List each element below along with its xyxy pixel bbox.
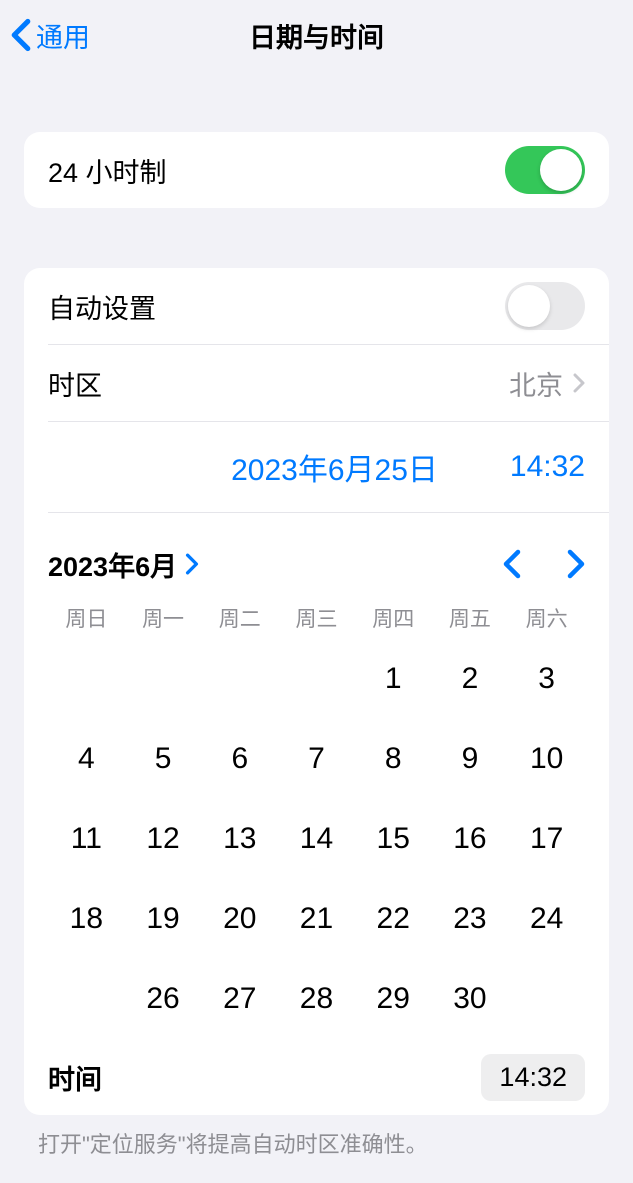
day-cell[interactable]: 5: [125, 719, 202, 799]
day-cell[interactable]: 9: [432, 719, 509, 799]
day-cell[interactable]: 29: [355, 959, 432, 1039]
month-header: 2023年6月: [48, 529, 585, 599]
section-datetime: 自动设置 时区 北京 2023年6月25日 14:32 2023年6月: [24, 268, 609, 1115]
day-cell[interactable]: 2: [432, 639, 509, 719]
month-label: 2023年6月: [48, 545, 177, 584]
day-cell[interactable]: 13: [201, 799, 278, 879]
day-cell[interactable]: 15: [355, 799, 432, 879]
weekday-label: 周三: [278, 603, 355, 633]
day-cell[interactable]: 20: [201, 879, 278, 959]
row-auto-set: 自动设置: [24, 268, 609, 344]
row-timezone[interactable]: 时区 北京: [24, 345, 609, 421]
back-label: 通用: [36, 16, 90, 55]
row-date-time-display: 2023年6月25日 14:32: [24, 422, 609, 512]
day-cell[interactable]: 30: [432, 959, 509, 1039]
day-cell[interactable]: 18: [48, 879, 125, 959]
day-cell[interactable]: 14: [278, 799, 355, 879]
day-cell[interactable]: 12: [125, 799, 202, 879]
toggle-auto-set[interactable]: [505, 282, 585, 330]
label-24hour: 24 小时制: [48, 151, 167, 190]
month-selector[interactable]: 2023年6月: [48, 545, 199, 584]
days-grid: 1234567891011121314151617181920212223242…: [48, 639, 585, 1039]
day-cell[interactable]: 28: [278, 959, 355, 1039]
time-label: 时间: [48, 1058, 102, 1097]
divider: [48, 512, 609, 513]
day-cell[interactable]: 19: [125, 879, 202, 959]
back-button[interactable]: 通用: [10, 16, 90, 55]
page-title: 日期与时间: [249, 16, 384, 55]
weekday-header: 周日周一周二周三周四周五周六: [48, 599, 585, 639]
day-cell[interactable]: 10: [508, 719, 585, 799]
label-auto-set: 自动设置: [48, 287, 156, 326]
month-nav: [503, 549, 585, 579]
day-cell[interactable]: 16: [432, 799, 509, 879]
timezone-value: 北京: [509, 364, 563, 403]
day-cell[interactable]: 17: [508, 799, 585, 879]
day-cell-empty: [278, 639, 355, 719]
day-cell[interactable]: 6: [201, 719, 278, 799]
day-cell-empty: [201, 639, 278, 719]
section-clock-format: 24 小时制: [24, 132, 609, 208]
day-cell[interactable]: 11: [48, 799, 125, 879]
day-cell[interactable]: 25: [48, 959, 125, 1039]
label-timezone: 时区: [48, 364, 102, 403]
next-month-button[interactable]: [567, 549, 585, 579]
chevron-left-icon: [10, 18, 32, 52]
time-picker-value[interactable]: 14:32: [481, 1054, 585, 1101]
chevron-right-icon: [573, 373, 585, 393]
navigation-header: 通用 日期与时间: [0, 0, 633, 70]
day-cell[interactable]: 21: [278, 879, 355, 959]
toggle-24hour[interactable]: [505, 146, 585, 194]
timezone-right: 北京: [509, 364, 585, 403]
day-cell[interactable]: 4: [48, 719, 125, 799]
chevron-right-icon: [185, 553, 199, 575]
time-display[interactable]: 14:32: [510, 450, 585, 484]
day-cell[interactable]: 22: [355, 879, 432, 959]
day-cell[interactable]: 24: [508, 879, 585, 959]
date-display[interactable]: 2023年6月25日: [231, 445, 438, 489]
prev-month-button[interactable]: [503, 549, 521, 579]
weekday-label: 周六: [508, 603, 585, 633]
day-cell[interactable]: 26: [125, 959, 202, 1039]
weekday-label: 周二: [201, 603, 278, 633]
day-cell-empty: [125, 639, 202, 719]
day-cell-empty: [48, 639, 125, 719]
row-24hour: 24 小时制: [24, 132, 609, 208]
weekday-label: 周一: [125, 603, 202, 633]
day-cell[interactable]: 7: [278, 719, 355, 799]
weekday-label: 周日: [48, 603, 125, 633]
weekday-label: 周五: [432, 603, 509, 633]
day-cell[interactable]: 27: [201, 959, 278, 1039]
weekday-label: 周四: [355, 603, 432, 633]
day-cell[interactable]: 23: [432, 879, 509, 959]
day-cell[interactable]: 3: [508, 639, 585, 719]
calendar: 2023年6月 周日周一周二周三周四周五周六 12345678910111213…: [24, 529, 609, 1039]
row-time-picker: 时间 14:32: [24, 1039, 609, 1115]
day-cell[interactable]: 1: [355, 639, 432, 719]
footer-note: 打开"定位服务"将提高自动时区准确性。: [0, 1115, 633, 1159]
day-cell[interactable]: 8: [355, 719, 432, 799]
